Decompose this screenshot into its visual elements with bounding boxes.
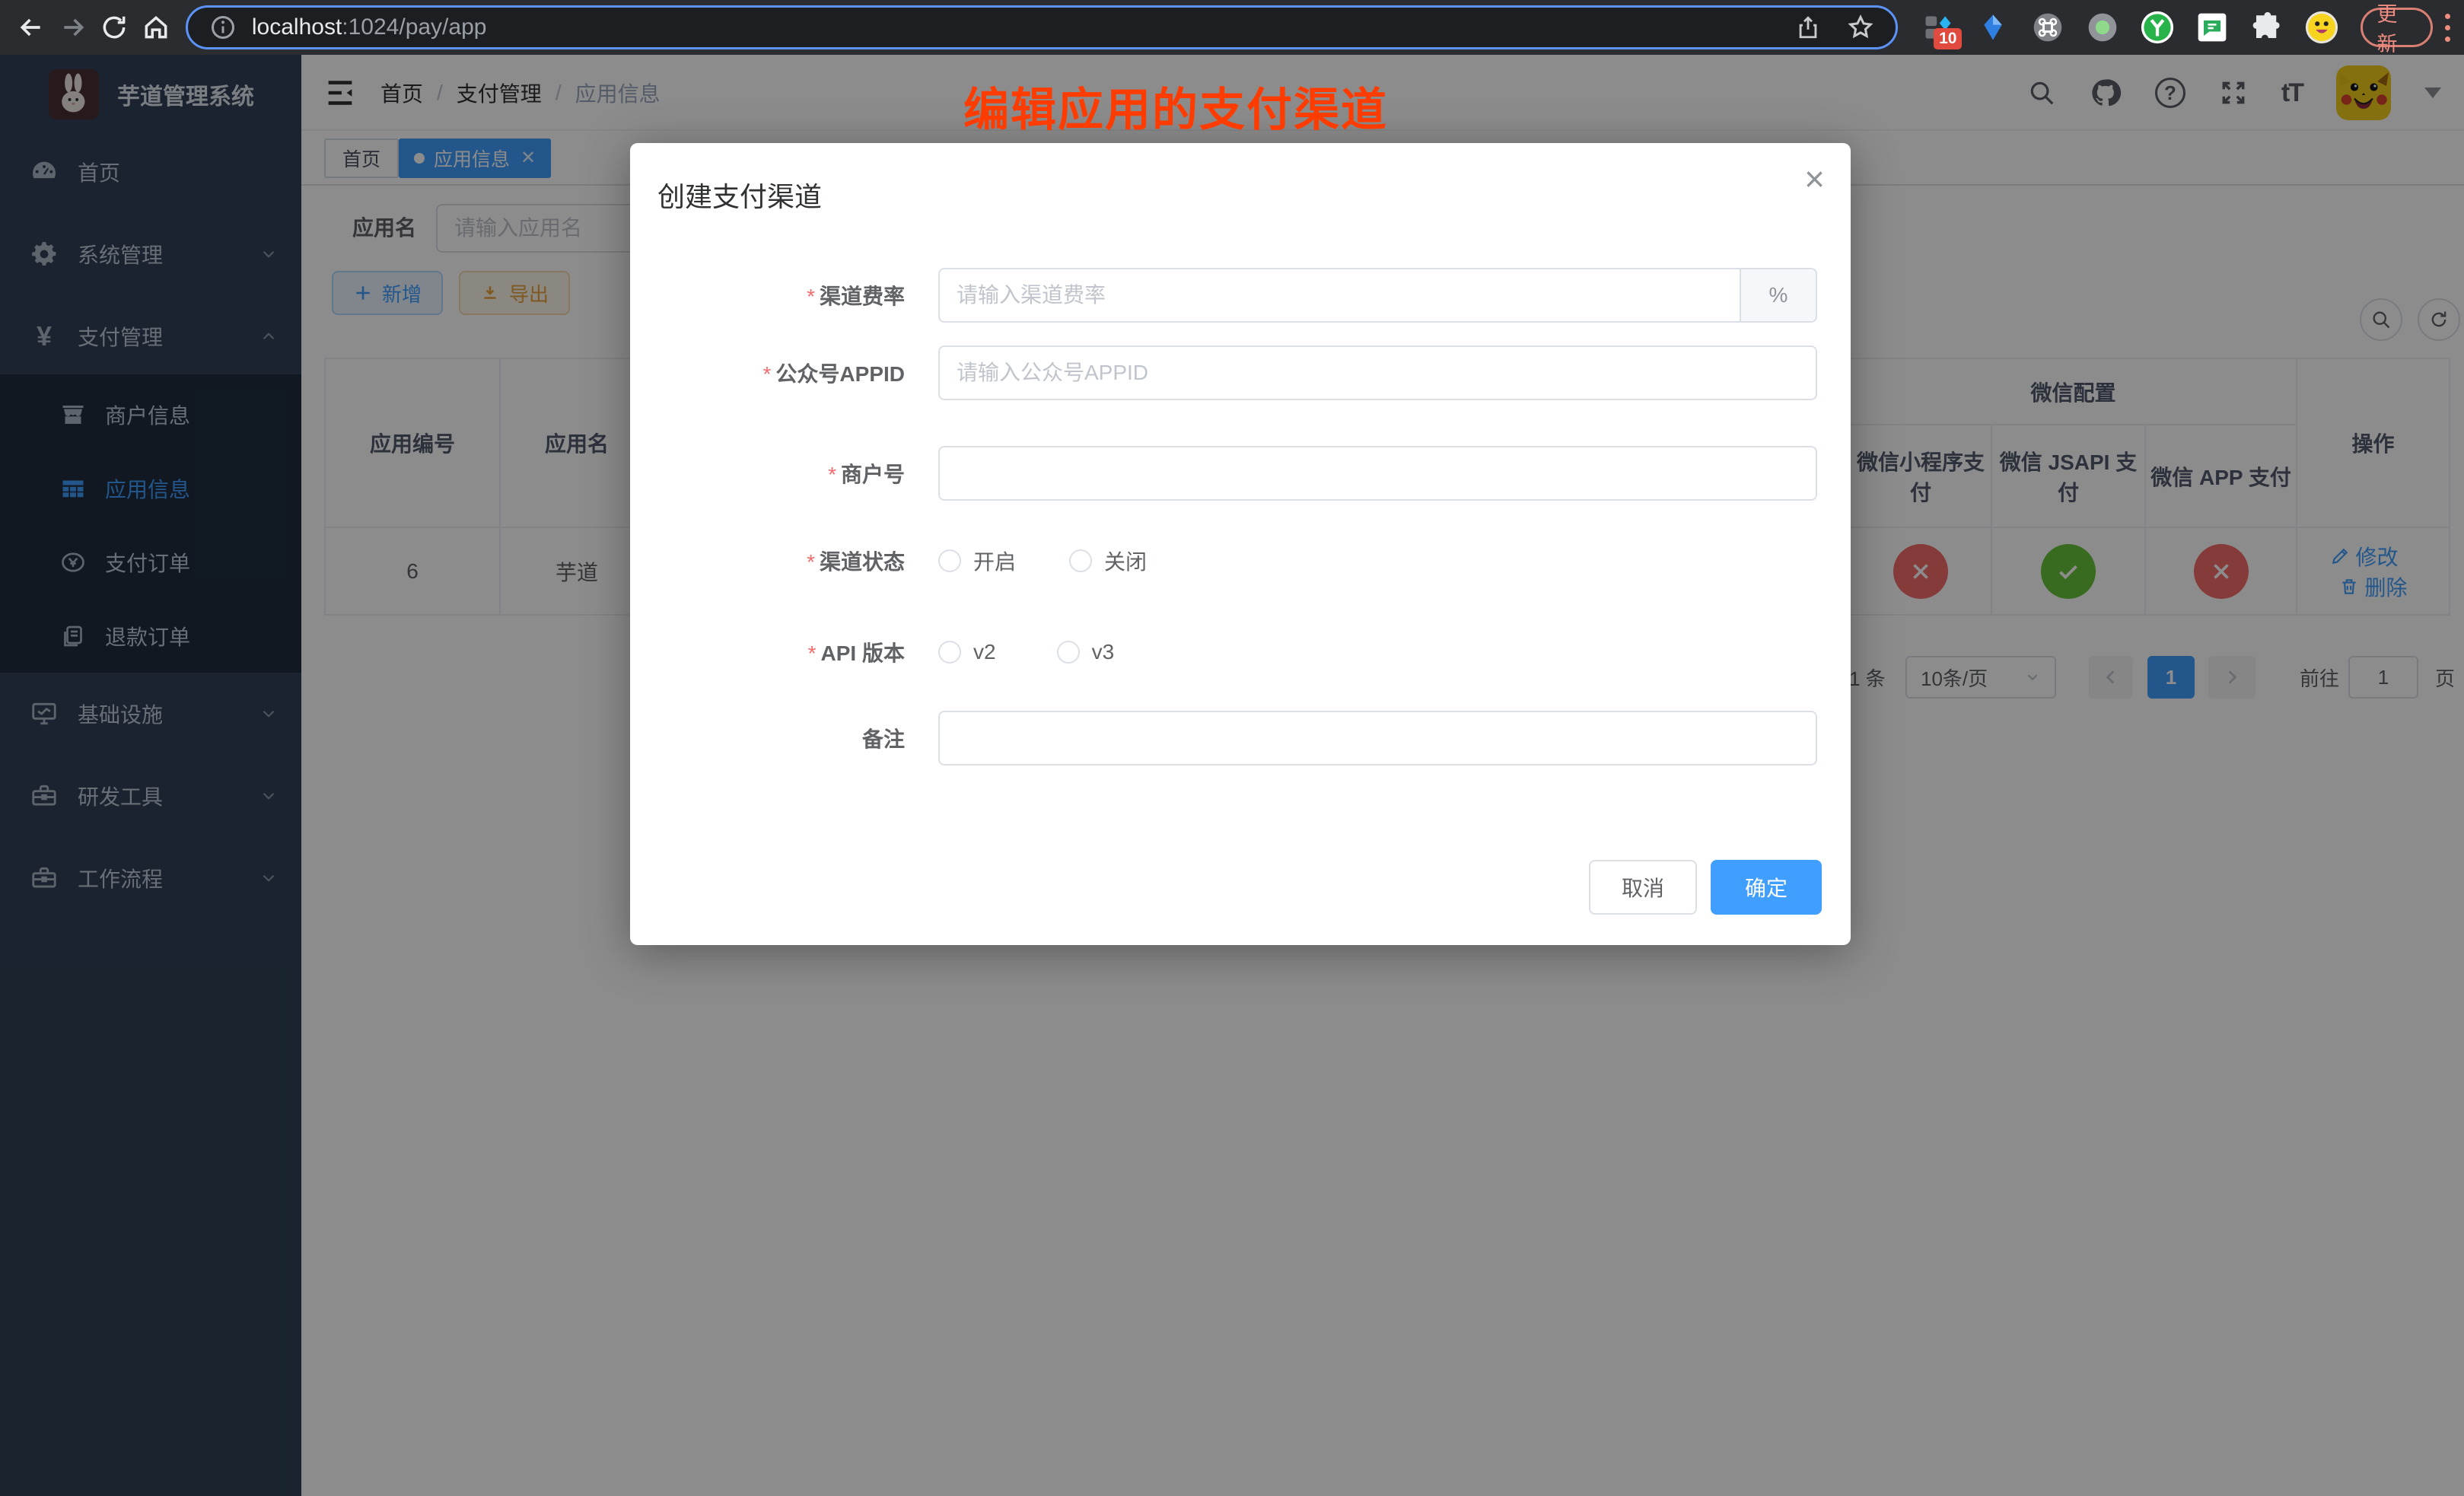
remark-input[interactable] (938, 711, 1817, 766)
field-label-channel-status: *渠道状态 (630, 546, 923, 576)
field-label-remark: 备注 (630, 723, 923, 753)
browser-forward-button[interactable] (52, 6, 93, 49)
browser-reload-button[interactable] (94, 6, 135, 49)
browser-update-button[interactable]: 更新 (2361, 8, 2433, 47)
field-label-api-version: *API 版本 (630, 637, 923, 667)
radio-circle-icon (1069, 549, 1092, 572)
share-icon[interactable] (1795, 14, 1821, 40)
radio-circle-icon (938, 641, 961, 664)
annotation-text: 编辑应用的支付渠道 (963, 73, 1388, 139)
confirm-button[interactable]: 确定 (1711, 860, 1822, 915)
radio-api-v3[interactable]: v3 (1057, 640, 1115, 664)
browser-home-button[interactable] (135, 6, 176, 49)
rate-input[interactable] (940, 269, 1740, 321)
percent-suffix: % (1740, 269, 1816, 321)
radio-circle-icon (938, 549, 961, 572)
address-bar[interactable]: localhost:1024/pay/app (186, 5, 1899, 49)
url-text: localhost:1024/pay/app (252, 14, 487, 40)
radio-api-v2[interactable]: v2 (938, 640, 996, 664)
field-label-rate: *渠道费率 (630, 280, 923, 310)
extension-chat-icon[interactable] (2195, 10, 2230, 45)
radio-circle-icon (1057, 641, 1080, 664)
extension-emoji-icon[interactable] (2304, 10, 2339, 45)
extension-command-icon[interactable] (2030, 10, 2065, 45)
radio-status-open[interactable]: 开启 (938, 546, 1016, 576)
appid-input[interactable] (938, 345, 1817, 400)
extension-y-icon[interactable] (2140, 10, 2175, 45)
merchant-id-input[interactable] (938, 446, 1817, 501)
close-icon[interactable]: × (1804, 161, 1825, 196)
radio-status-closed[interactable]: 关闭 (1069, 546, 1147, 576)
extension-kite-icon[interactable] (1975, 10, 2010, 45)
create-payment-channel-modal: 创建支付渠道 × *渠道费率 % *公众号APPID *商户号 (630, 143, 1851, 945)
browser-menu-icon[interactable] (2445, 14, 2450, 42)
extension-tampermonkey-icon[interactable]: 10 (1921, 10, 1956, 45)
app-window: 芋道管理系统 首页 系统管理 ¥ 支付管理 (0, 55, 2464, 1496)
field-label-merchant-id: *商户号 (630, 458, 923, 489)
extension-badge: 10 (1934, 28, 1962, 49)
site-info-icon[interactable] (209, 14, 237, 41)
cancel-button[interactable]: 取消 (1589, 860, 1697, 915)
extension-grey-dot-icon[interactable] (2085, 10, 2120, 45)
extensions-row: 10 (1921, 10, 2339, 45)
field-label-appid: *公众号APPID (630, 358, 923, 388)
modal-title: 创建支付渠道 (657, 175, 822, 215)
bookmark-star-icon[interactable] (1847, 14, 1874, 41)
browser-back-button[interactable] (11, 6, 52, 49)
extension-puzzle-icon[interactable] (2249, 10, 2284, 45)
browser-chrome: localhost:1024/pay/app 10 (0, 0, 2464, 55)
